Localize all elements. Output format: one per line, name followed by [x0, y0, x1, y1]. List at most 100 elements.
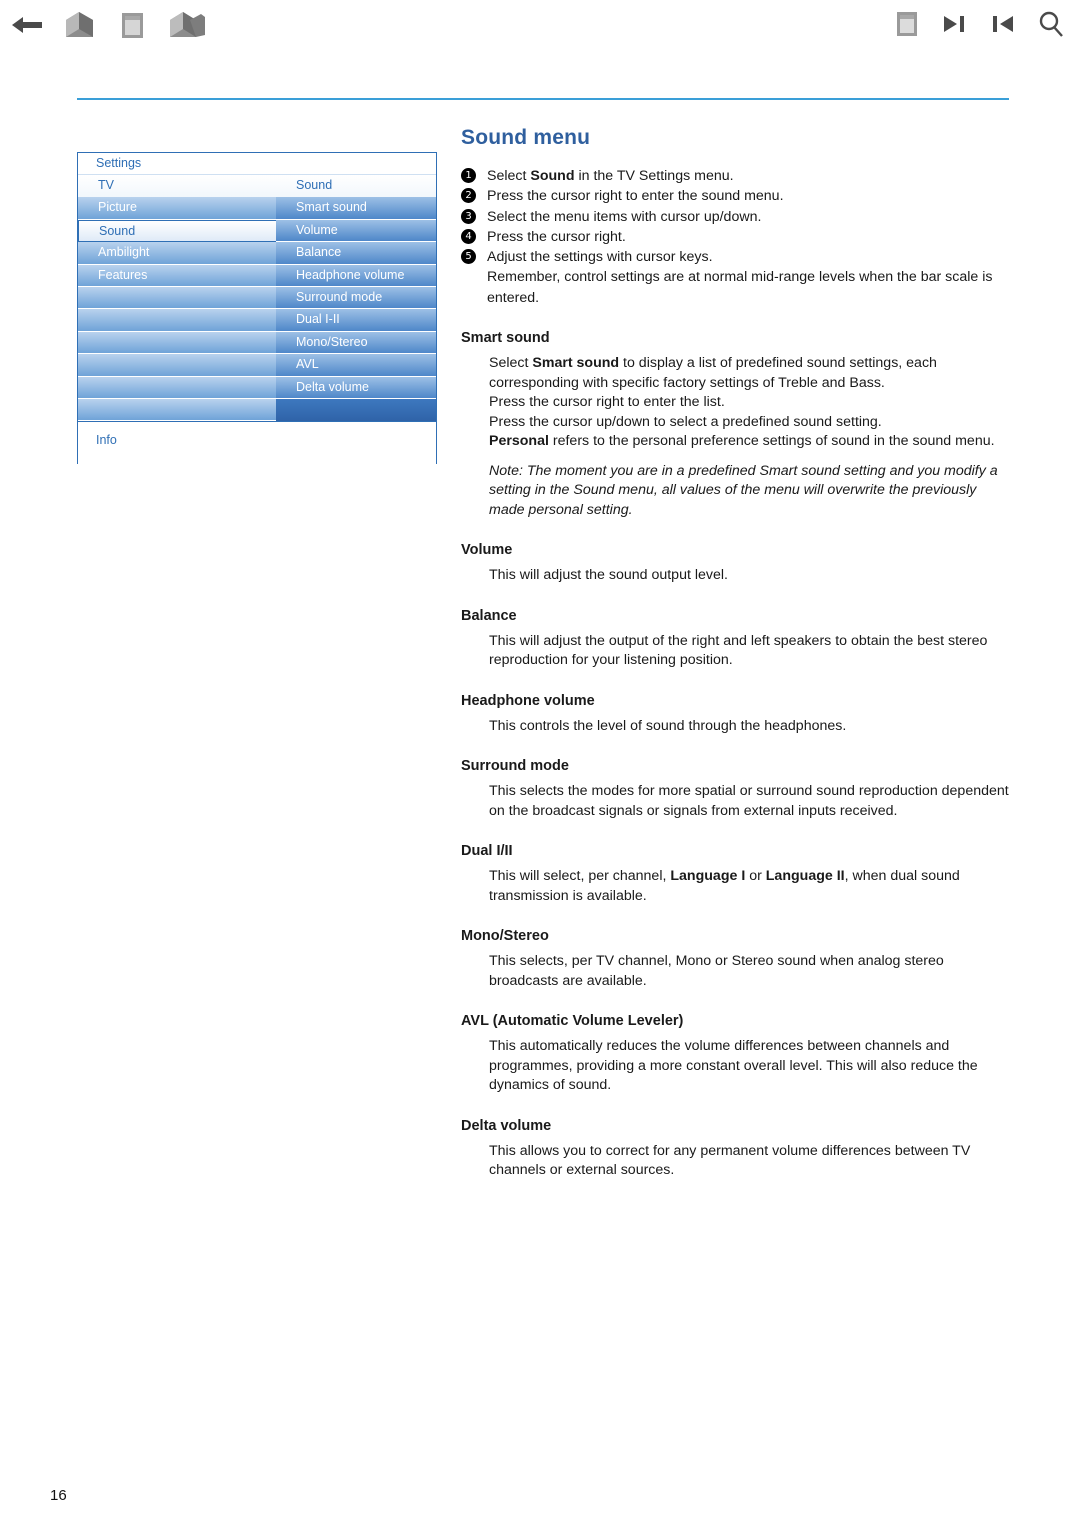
top-toolbar — [0, 0, 1080, 56]
menu-right-title-row: Sound — [276, 175, 436, 198]
section-heading-surround-mode: Surround mode — [461, 758, 569, 775]
menu-item-smart-sound-label: Smart sound — [296, 200, 367, 215]
dual-body-a: This will select, per channel, — [489, 868, 671, 885]
menu-item-volume-label: Volume — [296, 222, 338, 237]
page-title: Sound menu — [461, 126, 591, 149]
menu-item-ambilight-label: Ambilight — [98, 245, 150, 260]
section-body-surround-mode: This selects the modes for more spatial … — [489, 783, 1009, 819]
menu-left-column: TV Picture Sound Ambilight Features — [78, 175, 276, 422]
menu-right-title: Sound — [296, 178, 333, 192]
menu-footer-label: Info — [96, 433, 117, 447]
page-icon[interactable] — [116, 8, 150, 42]
document-icon[interactable] — [892, 8, 922, 40]
menu-item-balance[interactable]: Balance — [276, 242, 436, 265]
section-body-headphone-volume: This controls the level of sound through… — [489, 717, 847, 734]
section-body-dual-i-ii: This will select, per channel, Language … — [489, 867, 1009, 906]
dual-body-b1: Language I — [670, 868, 746, 885]
header-divider — [77, 98, 1009, 100]
section-heading-volume: Volume — [461, 542, 513, 559]
menu-item-dual-i-ii-label: Dual I-II — [296, 312, 340, 327]
menu-item-delta-volume[interactable]: Delta volume — [276, 376, 436, 399]
smart-sound-note: Note: The moment you are in a predefined… — [489, 462, 998, 518]
menu-right-empty-row — [276, 398, 436, 422]
menu-item-features-label: Features — [98, 267, 148, 282]
section-body-smart-sound: Select Smart sound to display a list of … — [489, 354, 1009, 520]
menu-item-surround-mode-label: Surround mode — [296, 289, 383, 304]
step-number-badge: 3 — [461, 208, 476, 224]
menu-item-features[interactable]: Features — [78, 264, 276, 287]
step-number-badge: 1 — [461, 168, 476, 183]
menu-item-sound[interactable]: Sound — [78, 219, 276, 243]
section-heading-mono-stereo: Mono/Stereo — [461, 928, 549, 945]
section-body-delta-volume: This allows you to correct for any perma… — [489, 1142, 971, 1179]
menu-left-empty-row — [78, 309, 276, 332]
section-heading-delta-volume: Delta volume — [461, 1117, 552, 1134]
menu-item-balance-label: Balance — [296, 245, 342, 260]
menu-header: Settings — [78, 153, 436, 175]
menu-left-title-row: TV — [78, 175, 276, 198]
section-heading-smart-sound: Smart sound — [461, 330, 550, 347]
menu-item-dual-i-ii[interactable]: Dual I-II — [276, 309, 436, 332]
menu-left-empty-row — [78, 331, 276, 355]
menu-body: TV Picture Sound Ambilight Features Soun… — [78, 175, 436, 422]
menu-left-empty-row — [78, 286, 276, 310]
next-page-icon[interactable] — [940, 12, 970, 36]
menu-item-headphone-volume-label: Headphone volume — [296, 267, 405, 282]
menu-item-ambilight[interactable]: Ambilight — [78, 242, 276, 265]
books-icon[interactable] — [166, 8, 208, 42]
menu-item-volume[interactable]: Volume — [276, 219, 436, 243]
step-number-badge: 5 — [461, 249, 476, 265]
menu-item-mono-stereo-label: Mono/Stereo — [296, 334, 368, 349]
menu-footer: Info — [78, 421, 436, 464]
step-number-badge: 2 — [461, 188, 476, 204]
section-heading-avl: AVL (Automatic Volume Leveler) — [461, 1013, 684, 1030]
menu-item-headphone-volume[interactable]: Headphone volume — [276, 264, 436, 287]
smart-sound-p4b: Personal — [489, 433, 549, 450]
step-3: 3 Select the menu items with cursor up/d… — [461, 207, 1009, 227]
menu-item-surround-mode[interactable]: Surround mode — [276, 286, 436, 310]
back-arrow-icon[interactable] — [10, 10, 44, 40]
step-2: 2 Press the cursor right to enter the so… — [461, 186, 1009, 206]
step-1-text-pre: Select — [487, 168, 531, 184]
menu-item-picture[interactable]: Picture — [78, 197, 276, 220]
smart-sound-p1a: Select — [489, 355, 533, 372]
step-number-badge: 4 — [461, 228, 476, 244]
search-icon[interactable] — [1036, 9, 1066, 39]
section-body-mono-stereo: This selects, per TV channel, Mono or St… — [489, 953, 944, 989]
section-body-avl: This automatically reduces the volume di… — [489, 1038, 978, 1094]
tv-settings-menu-illustration: Settings TV Picture Sound Ambilight Feat… — [77, 152, 437, 464]
menu-left-empty-row — [78, 398, 276, 422]
smart-sound-p3: Press the cursor up/down to select a pre… — [489, 413, 882, 430]
smart-sound-p4c: refers to the personal preference settin… — [548, 433, 995, 450]
menu-left-empty-row — [78, 354, 276, 377]
article-column: Sound menu 1 Select Sound in the TV Sett… — [461, 126, 1009, 1181]
smart-sound-p1b: Smart sound — [532, 355, 620, 372]
section-heading-dual-i-ii: Dual I/II — [461, 843, 513, 860]
steps-remark: Remember, control settings are at normal… — [487, 269, 993, 306]
dual-body-mid: or — [745, 868, 766, 885]
home-book-icon[interactable] — [60, 8, 100, 42]
previous-page-icon[interactable] — [988, 12, 1018, 36]
menu-item-avl[interactable]: AVL — [276, 354, 436, 377]
page-number: 16 — [50, 1487, 67, 1504]
menu-item-sound-label: Sound — [99, 223, 136, 238]
menu-header-label: Settings — [96, 156, 142, 170]
step-5: 5 Adjust the settings with cursor keys. — [461, 247, 1009, 267]
menu-item-picture-label: Picture — [98, 200, 137, 215]
step-5-text: Adjust the settings with cursor keys. — [487, 249, 713, 266]
menu-item-avl-label: AVL — [296, 357, 319, 372]
section-heading-balance: Balance — [461, 607, 517, 624]
menu-item-delta-volume-label: Delta volume — [296, 379, 369, 394]
toolbar-right-group — [892, 8, 1066, 40]
smart-sound-p2: Press the cursor right to enter the list… — [489, 394, 725, 411]
section-body-volume: This will adjust the sound output level. — [489, 567, 728, 584]
menu-item-mono-stereo[interactable]: Mono/Stereo — [276, 331, 436, 355]
step-1-text-post: in the TV Settings menu. — [574, 168, 734, 184]
menu-left-title: TV — [98, 178, 114, 192]
step-1: 1 Select Sound in the TV Settings menu. — [461, 166, 1009, 186]
step-4-text: Press the cursor right. — [487, 228, 626, 245]
step-1-text-bold: Sound — [530, 168, 575, 184]
step-4: 4 Press the cursor right. — [461, 227, 1009, 247]
menu-left-empty-row — [78, 376, 276, 399]
menu-item-smart-sound[interactable]: Smart sound — [276, 197, 436, 220]
